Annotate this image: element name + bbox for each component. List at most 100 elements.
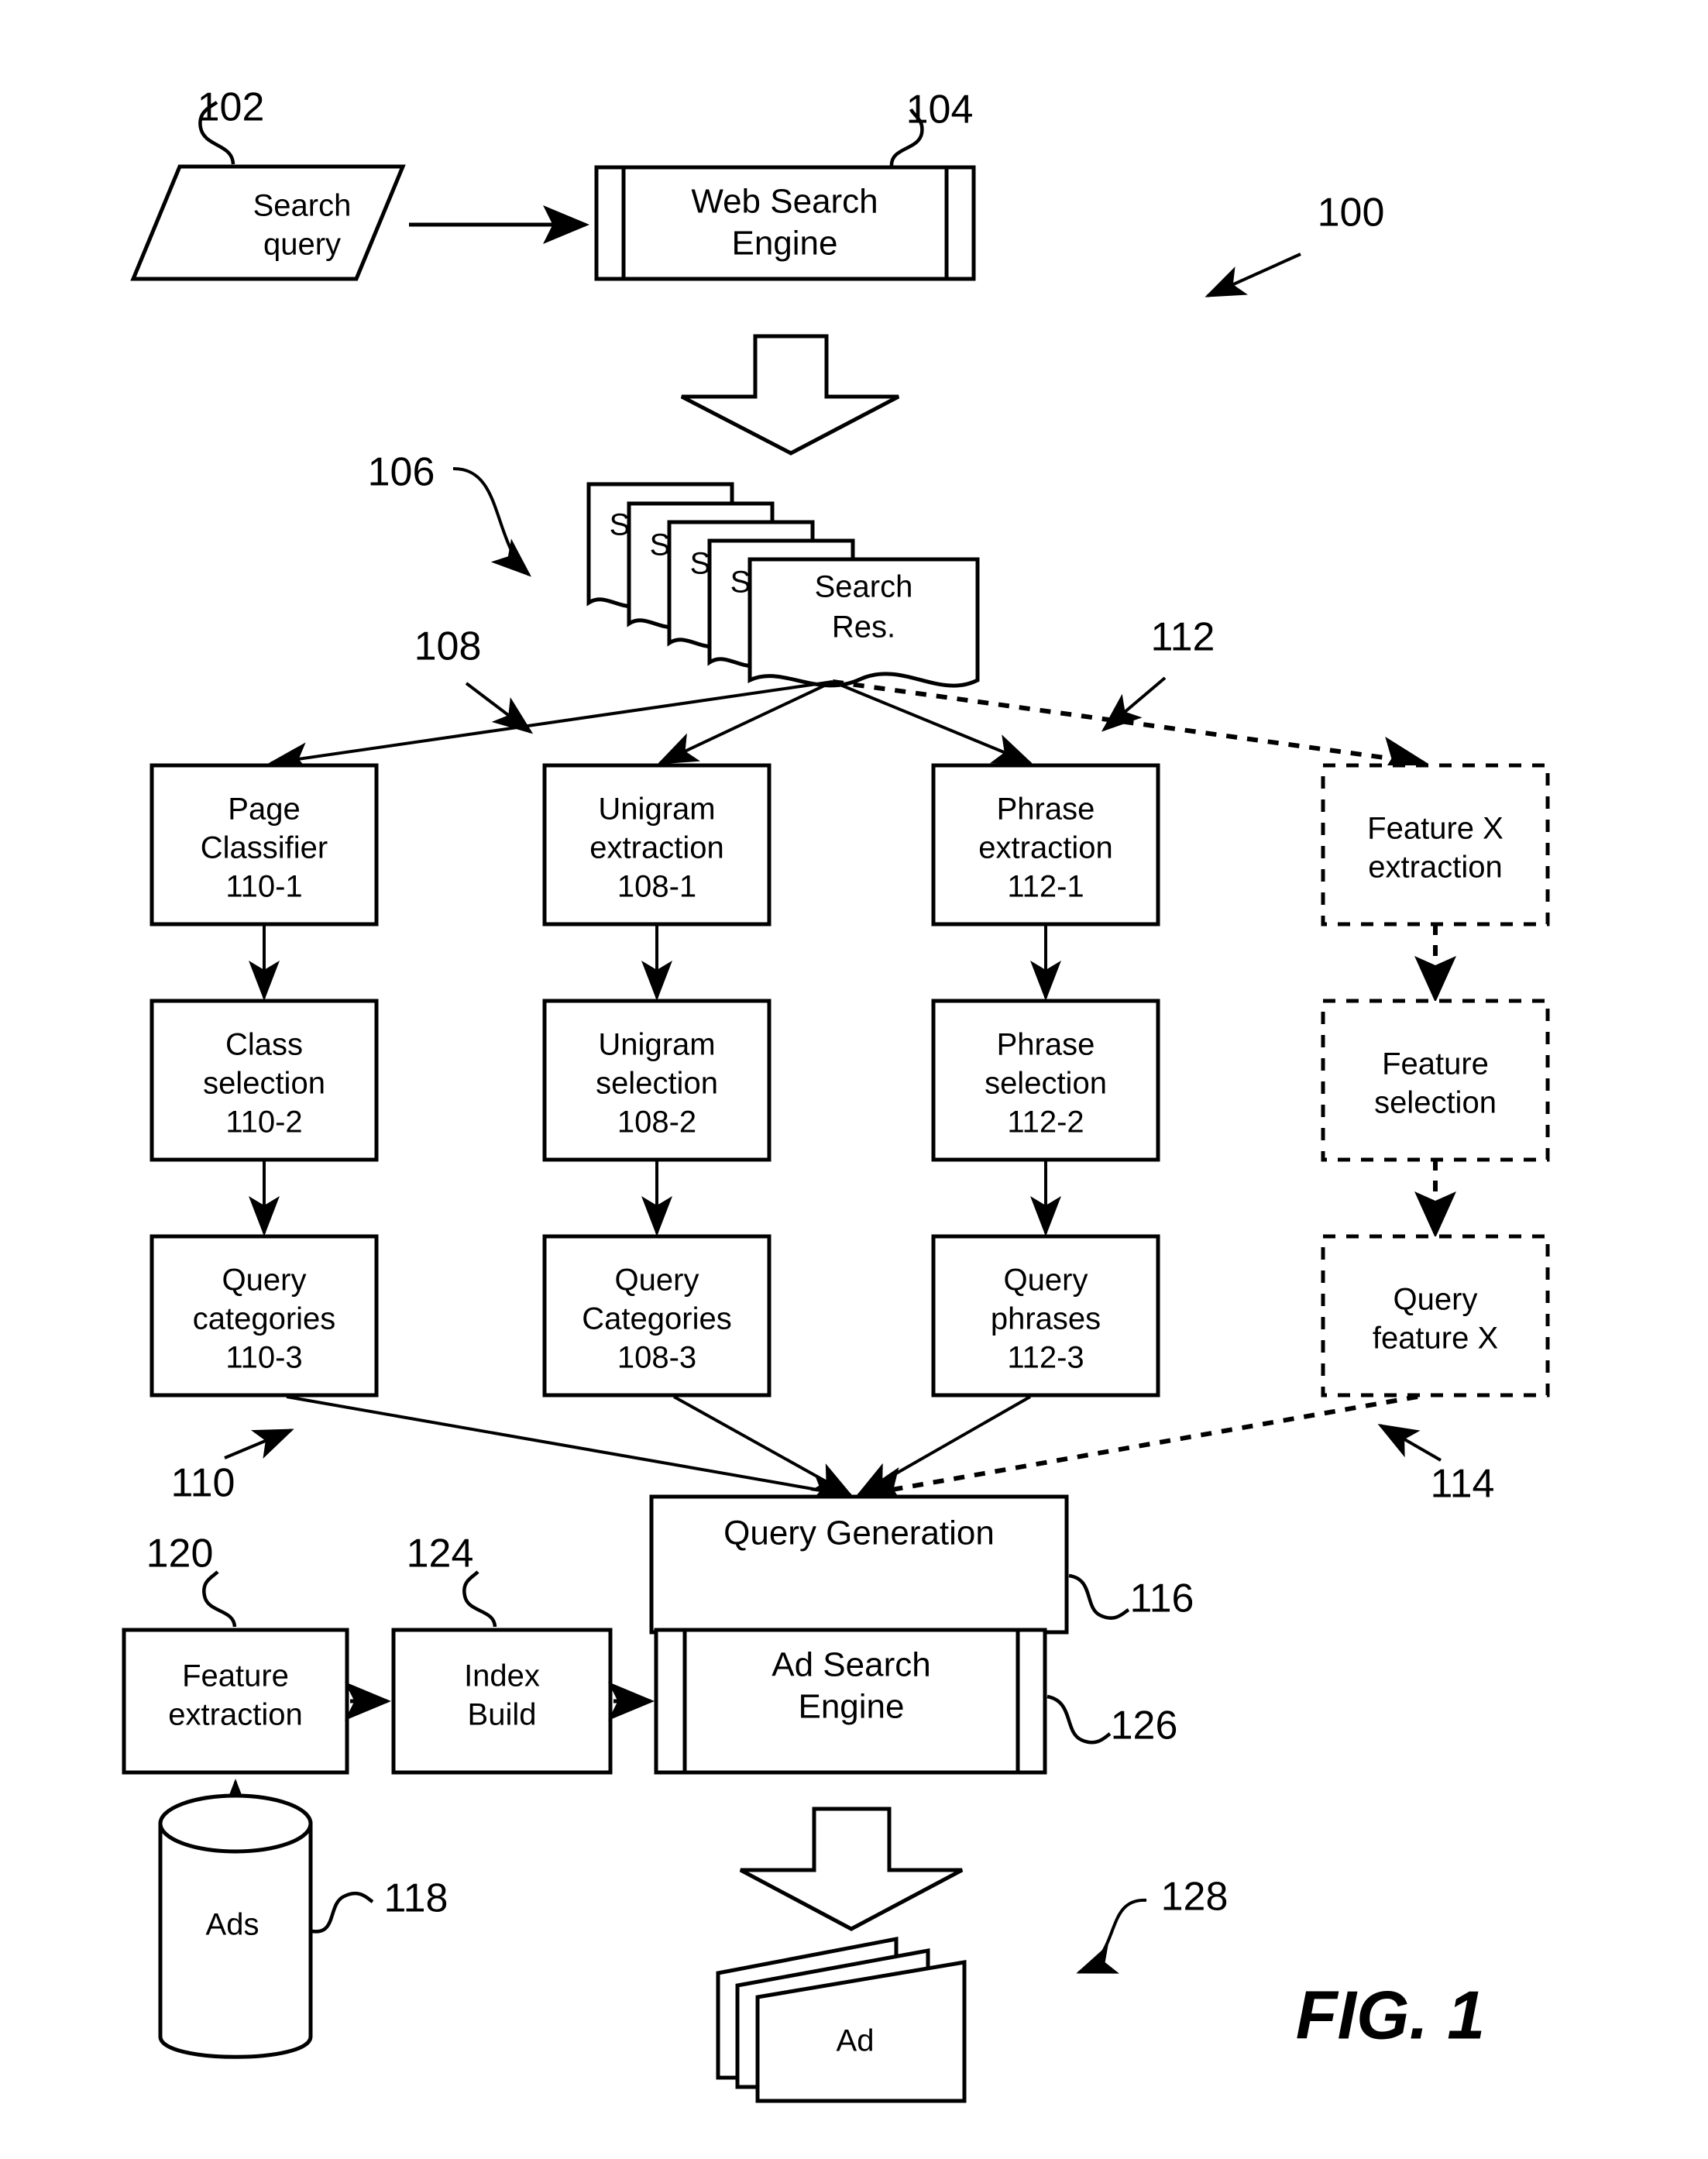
feature-selection-label-line1: Feature — [1382, 1047, 1489, 1081]
search-query-label-line1: Search — [253, 189, 352, 223]
ref-118-callout: 118 — [311, 1876, 448, 1934]
ref-126-callout: 126 — [1046, 1694, 1178, 1748]
page-classifier-label-line1: Page — [228, 792, 300, 827]
query-categories-110-label-line2: categories — [193, 1302, 336, 1336]
ref-102-label: 102 — [198, 85, 265, 130]
arrow-results-to-feature-x-extraction — [832, 679, 1428, 779]
index-build-label-line1: Index — [464, 1659, 540, 1693]
ref-104-label: 104 — [906, 88, 974, 132]
ref-100-leader-arrow — [1205, 253, 1301, 297]
search-results-partial-4: S — [730, 566, 751, 600]
query-categories-110-node: Query categories 110-3 — [149, 1234, 379, 1398]
query-categories-110-label-line3: 110-3 — [225, 1341, 302, 1375]
ads-label: Ads — [206, 1908, 259, 1942]
ref-120-leader-line — [202, 1570, 237, 1628]
web-search-engine-node: Web Search Engine — [594, 165, 976, 281]
ref-116-callout: 116 — [1068, 1573, 1194, 1621]
ref-114-label: 114 — [1431, 1462, 1495, 1507]
unigram-extraction-label-line3: 108-1 — [617, 870, 696, 904]
ref-100-callout: 100 — [1205, 191, 1385, 297]
ref-108-leader-arrow — [465, 682, 534, 734]
index-build-node: Index Build — [391, 1628, 613, 1775]
ads-cylinder-top — [158, 1793, 313, 1854]
web-search-engine-label-line2: Engine — [731, 225, 837, 263]
ref-118-leader-line — [311, 1891, 374, 1934]
big-arrow-down-to-ad-icon — [739, 1807, 964, 1931]
ref-106-callout: 106 — [368, 450, 532, 577]
feature-selection-node: Feature selection — [1321, 999, 1550, 1162]
query-categories-108-label-line3: 108-3 — [617, 1341, 696, 1375]
feature-x-extraction-label-line2: extraction — [1368, 851, 1502, 885]
query-generation-node: Query Generation — [649, 1494, 1069, 1635]
arrow-query-phrases-112-to-query-generation — [855, 1395, 1031, 1497]
search-results-partial-3: S — [690, 547, 711, 581]
ref-128-label: 128 — [1161, 1875, 1229, 1920]
query-categories-108-label-line2: Categories — [582, 1302, 731, 1336]
ref-124-leader-line — [462, 1570, 497, 1628]
ref-128-callout: 128 — [1076, 1875, 1229, 1974]
arrow-results-to-phrase-extraction — [832, 680, 1033, 765]
query-feature-x-node: Query feature X — [1321, 1234, 1550, 1398]
unigram-selection-label-line1: Unigram — [598, 1028, 715, 1062]
search-results-partial-2: S — [650, 528, 671, 562]
ref-120-callout: 120 — [146, 1532, 237, 1628]
query-phrases-112-label-line2: phrases — [991, 1302, 1101, 1336]
ref-114-callout: 114 — [1377, 1424, 1495, 1507]
phrase-selection-label-line3: 112-2 — [1007, 1105, 1084, 1140]
ref-106-leader-arrow — [452, 466, 532, 577]
query-phrases-112-node: Query phrases 112-3 — [931, 1234, 1160, 1398]
ad-output-label: Ad — [837, 2024, 875, 2058]
query-phrases-112-label-line3: 112-3 — [1007, 1341, 1084, 1375]
ad-output-stack: Ad — [716, 1936, 967, 2103]
class-selection-label-line1: Class — [225, 1028, 303, 1062]
unigram-selection-label-line3: 108-2 — [617, 1105, 696, 1140]
phrase-extraction-label-line3: 112-1 — [1007, 870, 1084, 904]
index-build-label-line2: Build — [468, 1698, 537, 1732]
ref-112-leader-arrow — [1101, 676, 1167, 732]
query-categories-108-label-line1: Query — [615, 1263, 699, 1298]
ref-112-label: 112 — [1151, 615, 1215, 660]
query-categories-110-label-line1: Query — [222, 1263, 307, 1298]
page-classifier-label-line3: 110-1 — [225, 870, 302, 904]
feature-x-extraction-node: Feature X extraction — [1321, 763, 1550, 927]
ads-database-node: Ads — [158, 1793, 313, 2059]
ref-112-callout: 112 — [1101, 615, 1215, 732]
ref-114-leader-arrow — [1377, 1424, 1442, 1462]
class-selection-label-line3: 110-2 — [225, 1105, 302, 1140]
query-feature-x-label-line1: Query — [1394, 1283, 1478, 1317]
figure-canvas: Search query 102 Web Search Engine 104 1… — [122, 85, 1550, 2103]
phrase-selection-label-line1: Phrase — [997, 1028, 1095, 1062]
ref-102-callout: 102 — [198, 85, 265, 165]
query-categories-108-node: Query Categories 108-3 — [542, 1234, 772, 1398]
figure-caption: FIG. 1 — [1296, 1976, 1486, 2053]
phrase-extraction-node: Phrase extraction 112-1 — [931, 763, 1160, 927]
ref-104-callout: 104 — [889, 88, 974, 167]
ref-126-label: 126 — [1111, 1703, 1178, 1748]
ref-116-label: 116 — [1130, 1576, 1194, 1621]
ref-110-callout: 110 — [171, 1428, 294, 1506]
patent-figure-1: Search query 102 Web Search Engine 104 1… — [0, 0, 1708, 2159]
search-results-label-line2: Res. — [832, 610, 895, 645]
unigram-selection-node: Unigram selection 108-2 — [542, 999, 772, 1162]
feature-extraction-label-line2: extraction — [168, 1698, 302, 1732]
ref-116-leader-line — [1068, 1573, 1130, 1620]
ad-search-engine-label-line1: Ad Search — [772, 1646, 930, 1684]
unigram-extraction-node: Unigram extraction 108-1 — [542, 763, 772, 927]
ref-108-label: 108 — [414, 624, 482, 669]
feature-extraction-node: Feature extraction — [122, 1628, 349, 1775]
phrase-selection-node: Phrase selection 112-2 — [931, 999, 1160, 1162]
search-results-partial-1: S — [610, 508, 631, 542]
unigram-extraction-label-line2: extraction — [589, 831, 723, 865]
class-selection-label-line2: selection — [203, 1067, 325, 1101]
ref-124-callout: 124 — [407, 1532, 497, 1628]
ref-110-label: 110 — [171, 1461, 235, 1506]
query-generation-label: Query Generation — [723, 1514, 995, 1552]
query-feature-x-label-line2: feature X — [1373, 1322, 1498, 1356]
ref-100-label: 100 — [1318, 191, 1385, 235]
phrase-extraction-label-line2: extraction — [978, 831, 1112, 865]
ref-124-label: 124 — [407, 1532, 474, 1576]
phrase-extraction-label-line1: Phrase — [997, 792, 1095, 827]
search-results-label-line1: Search — [815, 570, 913, 604]
ref-126-leader-line — [1046, 1694, 1112, 1745]
search-query-node: Search query — [130, 164, 406, 281]
